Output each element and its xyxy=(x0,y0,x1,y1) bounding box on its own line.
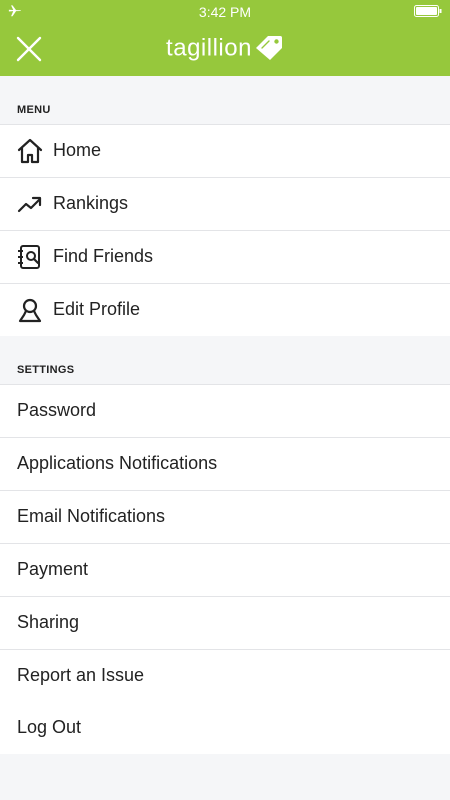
status-time: 3:42 PM xyxy=(198,4,252,20)
menu-item-find-friends[interactable]: Find Friends xyxy=(0,231,450,284)
menu-item-label: Edit Profile xyxy=(53,299,141,319)
settings-item-sharing[interactable]: Sharing xyxy=(0,597,450,650)
settings-item-label: Sharing xyxy=(17,612,80,632)
menu-item-label: Rankings xyxy=(53,193,129,213)
settings-item-label: Log Out xyxy=(17,717,82,737)
menu-heading: MENU xyxy=(17,104,51,116)
settings-item-payment[interactable]: Payment xyxy=(0,544,450,597)
nav-bar: tagillion xyxy=(0,24,450,76)
contact-book-search-icon xyxy=(18,245,40,269)
settings-item-label: Email Notifications xyxy=(17,506,166,526)
trend-up-icon xyxy=(17,196,42,213)
settings-item-label: Applications Notifications xyxy=(17,453,218,473)
battery-icon xyxy=(414,5,442,17)
settings-section-header: SETTINGS xyxy=(0,336,450,385)
settings-item-label: Payment xyxy=(17,559,89,579)
settings-item-label: Password xyxy=(17,400,97,420)
settings-item-log-out[interactable]: Log Out xyxy=(0,702,450,755)
settings-item-label: Report an Issue xyxy=(17,665,145,685)
settings-heading: SETTINGS xyxy=(17,364,75,376)
menu-footer-background xyxy=(0,754,450,800)
app-header: 3:42 PM tagillion xyxy=(0,0,450,76)
status-bar: 3:42 PM xyxy=(0,0,450,24)
menu-section-header: MENU xyxy=(0,76,450,125)
home-icon xyxy=(17,138,43,164)
menu-item-edit-profile[interactable]: Edit Profile xyxy=(0,284,450,337)
settings-item-password[interactable]: Password xyxy=(0,385,450,438)
settings-item-applications-notifications[interactable]: Applications Notifications xyxy=(0,438,450,491)
settings-item-email-notifications[interactable]: Email Notifications xyxy=(0,491,450,544)
app-title-text: tagillion xyxy=(166,34,252,62)
menu-item-label: Find Friends xyxy=(53,246,154,266)
settings-item-report-issue[interactable]: Report an Issue xyxy=(0,650,450,703)
menu-item-label: Home xyxy=(53,140,102,160)
menu-item-home[interactable]: Home xyxy=(0,125,450,178)
menu-item-rankings[interactable]: Rankings xyxy=(0,178,450,231)
app-title: tagillion xyxy=(0,34,450,63)
tag-icon xyxy=(255,35,282,60)
user-icon xyxy=(18,298,42,323)
